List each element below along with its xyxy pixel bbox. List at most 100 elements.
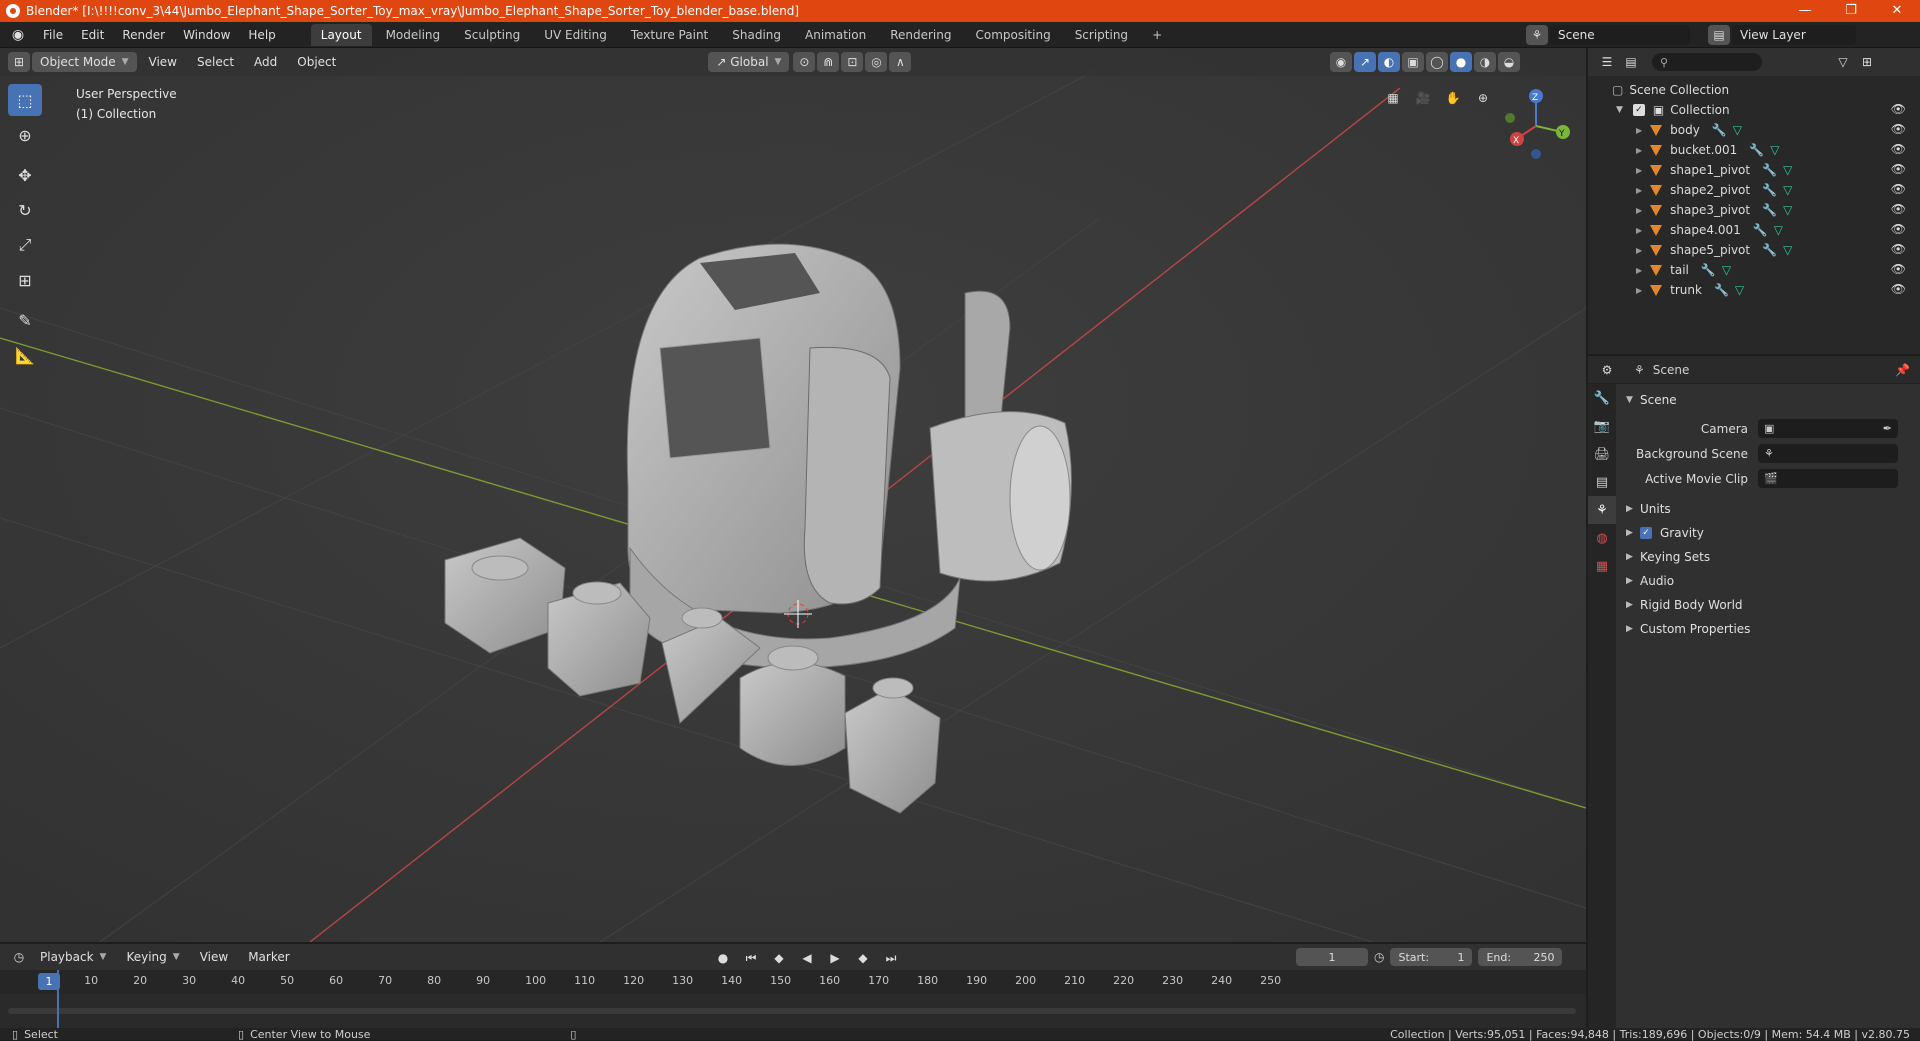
scene-tab-icon[interactable]: ⚘ <box>1588 496 1616 524</box>
mesh-data-icon[interactable]: ▽ <box>1783 203 1792 217</box>
mesh-data-icon[interactable]: ▽ <box>1770 143 1779 157</box>
start-frame-field[interactable]: Start: 1 <box>1390 948 1473 966</box>
output-tab-icon[interactable]: 🖨 <box>1588 440 1616 468</box>
viewport-menu-select[interactable]: Select <box>189 52 242 72</box>
play-reverse-icon[interactable]: ◀ <box>796 948 818 968</box>
minimize-button[interactable]: — <box>1782 0 1828 22</box>
close-button[interactable]: ✕ <box>1874 0 1920 22</box>
timeline-ruler[interactable]: 1 10 20 30 40 50 60 70 80 90 100 110 120 130 140 150 160… <box>0 970 1586 994</box>
scene-icon[interactable]: ⚘ <box>1526 25 1548 45</box>
eyedropper-icon[interactable]: ✒ <box>1883 422 1892 435</box>
mesh-data-icon[interactable]: ▽ <box>1735 283 1744 297</box>
gizmo-toggle-icon[interactable]: ↗ <box>1354 52 1376 72</box>
scale-tool-icon[interactable]: ⤢ <box>8 229 42 261</box>
snap-target-icon[interactable]: ⊡ <box>841 52 864 72</box>
menu-file[interactable]: File <box>34 22 72 48</box>
outliner-item[interactable]: ▶ trunk 🔧 ▽ 👁 <box>1588 280 1920 300</box>
eye-icon[interactable]: 👁 <box>1891 202 1906 216</box>
timeline-menu-keying[interactable]: Keying ▼ <box>118 947 187 967</box>
custom-properties-panel-header[interactable]: ▶ Custom Properties <box>1618 617 1920 641</box>
timeline-menu-marker[interactable]: Marker <box>240 947 297 967</box>
outliner-editor-icon[interactable]: ☰ <box>1596 52 1618 72</box>
eye-icon[interactable]: 👁 <box>1891 162 1906 176</box>
expand-chevron-icon[interactable]: ▶ <box>1636 246 1642 255</box>
outliner-item[interactable]: ▶ tail 🔧 ▽ 👁 <box>1588 260 1920 280</box>
pin-icon[interactable]: 📌 <box>1895 363 1910 377</box>
play-icon[interactable]: ▶ <box>824 948 846 968</box>
gravity-panel-header[interactable]: ▶ ✓ Gravity <box>1618 521 1920 545</box>
view-layer-icon[interactable]: ▤ <box>1708 25 1730 45</box>
tab-modeling[interactable]: Modeling <box>376 24 451 46</box>
add-workspace-button[interactable]: + <box>1142 24 1172 46</box>
gizmo-neg-y-icon[interactable] <box>1505 113 1515 123</box>
tab-layout[interactable]: Layout <box>310 23 372 46</box>
camera-field[interactable]: ▣ ✒ <box>1758 419 1898 438</box>
tab-uv-editing[interactable]: UV Editing <box>534 24 617 46</box>
menu-help[interactable]: Help <box>239 22 284 48</box>
outliner-item[interactable]: ▶ shape4.001 🔧 ▽ 👁 <box>1588 220 1920 240</box>
modifier-wrench-icon[interactable]: 🔧 <box>1762 243 1777 257</box>
overlay-toggle-icon[interactable]: ◐ <box>1378 52 1400 72</box>
zoom-icon[interactable]: ⊕ <box>1472 88 1494 108</box>
world-tab-icon[interactable]: ◍ <box>1588 524 1616 552</box>
filter-icon[interactable]: ▽ <box>1832 52 1854 72</box>
modifier-wrench-icon[interactable]: 🔧 <box>1762 183 1777 197</box>
measure-tool-icon[interactable]: 📐 <box>8 339 42 371</box>
mesh-data-icon[interactable]: ▽ <box>1783 243 1792 257</box>
blender-menu-icon[interactable]: ◉ <box>10 27 26 43</box>
prev-keyframe-icon[interactable]: ◆ <box>768 948 790 968</box>
grid-view-icon[interactable]: ▦ <box>1382 88 1404 108</box>
mesh-data-icon[interactable]: ▽ <box>1774 223 1783 237</box>
jump-start-icon[interactable]: ⏮ <box>740 948 762 968</box>
timeline-menu-view[interactable]: View <box>192 947 236 967</box>
units-panel-header[interactable]: ▶ Units <box>1618 497 1920 521</box>
mesh-data-icon[interactable]: ▽ <box>1783 163 1792 177</box>
menu-render[interactable]: Render <box>113 22 174 48</box>
record-icon[interactable]: ● <box>712 948 734 968</box>
visibility-icon[interactable]: ◉ <box>1330 52 1352 72</box>
modifier-wrench-icon[interactable]: 🔧 <box>1712 123 1727 137</box>
eye-icon[interactable]: 👁 <box>1891 182 1906 196</box>
expand-chevron-icon[interactable]: ▶ <box>1636 166 1642 175</box>
rigid-body-world-panel-header[interactable]: ▶ Rigid Body World <box>1618 593 1920 617</box>
viewport-menu-add[interactable]: Add <box>246 52 285 72</box>
transform-orientation[interactable]: ↗ Global ▼ <box>708 52 790 72</box>
modifier-wrench-icon[interactable]: 🔧 <box>1753 223 1768 237</box>
playhead-line[interactable] <box>57 970 59 1028</box>
falloff-icon[interactable]: ∧ <box>889 52 912 72</box>
collection-checkbox[interactable]: ✓ <box>1632 104 1645 116</box>
outliner-item[interactable]: ▶ bucket.001 🔧 ▽ 👁 <box>1588 140 1920 160</box>
rotate-tool-icon[interactable]: ↻ <box>8 194 42 226</box>
outliner-item[interactable]: ▶ body 🔧 ▽ 👁 <box>1588 120 1920 140</box>
timeline-menu-playback[interactable]: Playback ▼ <box>32 947 114 967</box>
annotate-tool-icon[interactable]: ✎ <box>8 304 42 336</box>
outliner-item[interactable]: ▶ shape1_pivot 🔧 ▽ 👁 <box>1588 160 1920 180</box>
pivot-point-icon[interactable]: ⊙ <box>793 52 816 72</box>
xray-icon[interactable]: ▣ <box>1402 52 1424 72</box>
pan-hand-icon[interactable]: ✋ <box>1442 88 1464 108</box>
modifier-wrench-icon[interactable]: 🔧 <box>1762 203 1777 217</box>
mesh-data-icon[interactable]: ▽ <box>1733 123 1742 137</box>
eye-icon[interactable]: 👁 <box>1891 222 1906 236</box>
view-layer-field[interactable]: View Layer <box>1732 25 1856 45</box>
display-mode-icon[interactable]: ▤ <box>1620 52 1642 72</box>
new-collection-icon[interactable]: ⊞ <box>1856 52 1878 72</box>
audio-panel-header[interactable]: ▶ Audio <box>1618 569 1920 593</box>
viewport-menu-object[interactable]: Object <box>289 52 344 72</box>
expand-chevron-icon[interactable]: ▶ <box>1636 126 1642 135</box>
eye-icon[interactable]: 👁 <box>1891 262 1906 276</box>
tab-rendering[interactable]: Rendering <box>880 24 961 46</box>
modifier-wrench-icon[interactable]: 🔧 <box>1749 143 1764 157</box>
next-keyframe-icon[interactable]: ◆ <box>852 948 874 968</box>
properties-editor-icon[interactable]: ⚙ <box>1596 360 1618 380</box>
preview-range-icon[interactable]: ◷ <box>1374 950 1384 964</box>
mode-selector[interactable]: Object Mode ▼ <box>32 52 137 72</box>
expand-chevron-icon[interactable]: ▶ <box>1636 146 1642 155</box>
eye-icon[interactable]: 👁 <box>1891 122 1906 136</box>
gizmo-neg-z-icon[interactable] <box>1531 149 1541 159</box>
current-frame-field[interactable]: 1 <box>1296 948 1368 966</box>
active-movie-clip-field[interactable]: 🎬 <box>1758 469 1898 488</box>
modifier-wrench-icon[interactable]: 🔧 <box>1762 163 1777 177</box>
transform-tool-icon[interactable]: ⊞ <box>8 264 42 296</box>
end-frame-field[interactable]: End: 250 <box>1478 948 1563 966</box>
